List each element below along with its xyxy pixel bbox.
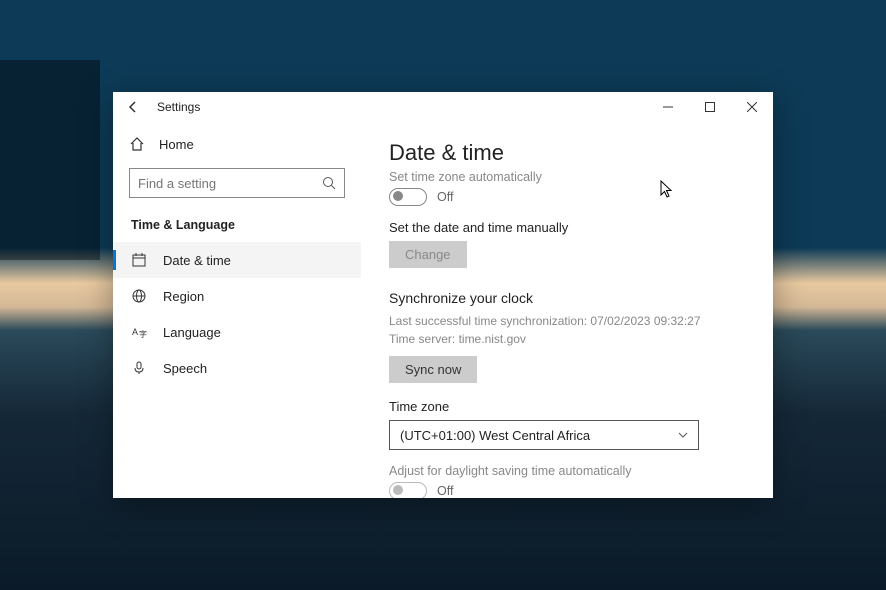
- sidebar-section-title: Time & Language: [113, 210, 361, 242]
- home-nav[interactable]: Home: [113, 128, 361, 160]
- timezone-select[interactable]: (UTC+01:00) West Central Africa: [389, 420, 699, 450]
- search-input[interactable]: [138, 176, 322, 191]
- window-title: Settings: [157, 100, 200, 114]
- auto-timezone-label: Set time zone automatically: [389, 170, 745, 184]
- sidebar-item-label: Language: [163, 325, 221, 340]
- sidebar-item-label: Region: [163, 289, 204, 304]
- sync-last-text: Last successful time synchronization: 07…: [389, 312, 745, 330]
- sidebar: Home Time & Language Date & time Reg: [113, 122, 361, 498]
- minimize-button[interactable]: [647, 92, 689, 122]
- timezone-label: Time zone: [389, 399, 745, 414]
- toggle-state-label: Off: [437, 484, 453, 498]
- sidebar-item-label: Date & time: [163, 253, 231, 268]
- chevron-down-icon: [678, 430, 688, 440]
- globe-icon: [131, 288, 147, 304]
- sidebar-item-label: Speech: [163, 361, 207, 376]
- dst-label: Adjust for daylight saving time automati…: [389, 464, 745, 478]
- sidebar-item-language[interactable]: A字 Language: [113, 314, 361, 350]
- language-icon: A字: [131, 324, 147, 340]
- toggle-state-label: Off: [437, 190, 453, 204]
- page-title: Date & time: [389, 140, 745, 166]
- auto-timezone-toggle[interactable]: [389, 188, 427, 206]
- sync-now-button[interactable]: Sync now: [389, 356, 477, 383]
- sync-server-text: Time server: time.nist.gov: [389, 330, 745, 348]
- settings-window: Settings Home: [113, 92, 773, 498]
- timezone-value: (UTC+01:00) West Central Africa: [400, 428, 678, 443]
- sync-heading: Synchronize your clock: [389, 290, 745, 306]
- titlebar: Settings: [113, 92, 773, 122]
- home-icon: [129, 136, 145, 152]
- window-controls: [647, 92, 773, 122]
- microphone-icon: [131, 360, 147, 376]
- search-box[interactable]: [129, 168, 345, 198]
- content-pane: Date & time Set time zone automatically …: [361, 122, 773, 498]
- home-label: Home: [159, 137, 194, 152]
- sidebar-item-datetime[interactable]: Date & time: [113, 242, 361, 278]
- dst-toggle: [389, 482, 427, 498]
- close-button[interactable]: [731, 92, 773, 122]
- calendar-icon: [131, 252, 147, 268]
- svg-text:字: 字: [139, 329, 147, 339]
- back-button[interactable]: [121, 95, 145, 119]
- maximize-button[interactable]: [689, 92, 731, 122]
- svg-text:A: A: [132, 327, 138, 337]
- sidebar-item-region[interactable]: Region: [113, 278, 361, 314]
- sidebar-item-speech[interactable]: Speech: [113, 350, 361, 386]
- search-icon: [322, 176, 336, 190]
- change-button[interactable]: Change: [389, 241, 467, 268]
- manual-set-label: Set the date and time manually: [389, 220, 745, 235]
